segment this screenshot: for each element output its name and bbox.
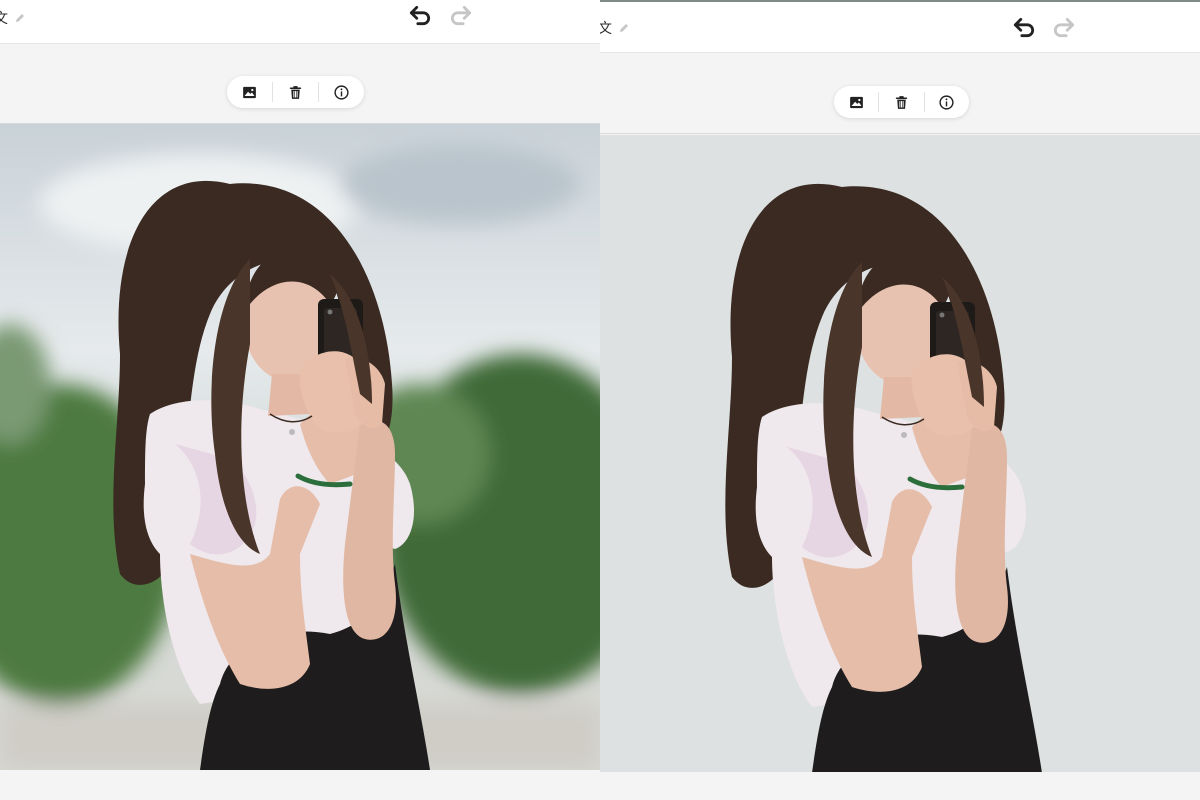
image-icon	[241, 84, 258, 101]
pencil-icon[interactable]	[14, 12, 26, 24]
replace-image-button[interactable]	[227, 76, 272, 108]
undo-button[interactable]	[1010, 15, 1038, 39]
original-photo[interactable]	[0, 124, 600, 770]
replace-image-button[interactable]	[834, 86, 878, 118]
document-title[interactable]: 文	[0, 8, 26, 28]
document-title-text: 文	[600, 18, 612, 38]
document-title-text: 文	[0, 11, 8, 27]
delete-button[interactable]	[879, 86, 923, 118]
canvas-divider	[600, 133, 1200, 134]
trash-icon	[287, 84, 304, 101]
top-bar: 文	[600, 2, 1200, 53]
pencil-icon[interactable]	[618, 22, 630, 34]
undo-icon	[1011, 14, 1037, 40]
info-button[interactable]	[319, 76, 364, 108]
top-bar: 文	[0, 0, 600, 44]
redo-button[interactable]	[1050, 15, 1078, 39]
redo-icon	[448, 2, 474, 28]
background-removed-panel: 文	[600, 0, 1200, 800]
document-title[interactable]: 文	[600, 18, 630, 38]
trash-icon	[893, 94, 910, 111]
redo-icon	[1051, 14, 1077, 40]
undo-icon	[407, 2, 433, 28]
delete-button[interactable]	[273, 76, 318, 108]
redo-button[interactable]	[447, 3, 475, 27]
info-button[interactable]	[925, 86, 969, 118]
original-panel: 文	[0, 0, 600, 800]
image-toolbar	[834, 86, 969, 118]
info-icon	[938, 94, 955, 111]
cutout-photo[interactable]	[600, 135, 1200, 772]
undo-button[interactable]	[406, 3, 434, 27]
image-toolbar	[227, 76, 364, 108]
info-icon	[333, 84, 350, 101]
image-icon	[848, 94, 865, 111]
